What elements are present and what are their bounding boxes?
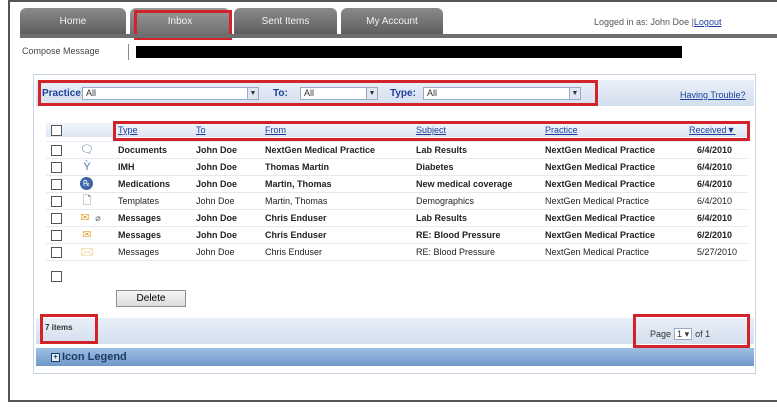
icon-legend-band — [36, 348, 754, 366]
logged-in-text: Logged in as: John Doe | — [594, 17, 694, 27]
cell-from: Thomas Martin — [265, 162, 330, 172]
tab-home[interactable]: Home — [20, 8, 126, 34]
cell-type: Messages — [118, 247, 160, 257]
cell-received: 6/4/2010 — [697, 213, 733, 223]
cell-to: John Doe — [196, 230, 238, 240]
table-row[interactable]: 🗋 Templates John Doe Martin, Thomas Demo… — [46, 192, 748, 209]
table-row-empty — [46, 260, 748, 290]
cell-from: NextGen Medical Practice — [265, 145, 376, 155]
cell-subject: Lab Results — [416, 145, 468, 155]
cell-practice: NextGen Medical Practice — [545, 230, 656, 240]
filter-highlight-box — [38, 80, 598, 106]
cell-subject: RE: Blood Pressure — [416, 230, 501, 240]
redacted-bar — [136, 46, 682, 58]
logout-link[interactable]: Logout — [694, 17, 722, 27]
table-row[interactable]: 🖂 Messages John Doe Chris Enduser RE: Bl… — [46, 243, 748, 260]
cell-subject: RE: Blood Pressure — [416, 247, 496, 257]
icon-legend-toggle[interactable]: + Icon Legend — [51, 351, 127, 363]
imh-icon: Ỳ — [83, 161, 91, 173]
cell-type: Medications — [118, 179, 171, 189]
cell-practice: NextGen Medical Practice — [545, 145, 656, 155]
tab-underline-band — [20, 34, 777, 38]
row-checkbox[interactable] — [51, 213, 62, 224]
table-row[interactable]: Ỳ IMH John Doe Thomas Martin Diabetes Ne… — [46, 158, 748, 175]
tab-sent-items[interactable]: Sent Items — [234, 8, 337, 34]
icon-legend-label: Icon Legend — [62, 351, 127, 363]
cell-received: 6/4/2010 — [697, 145, 733, 155]
tab-my-account[interactable]: My Account — [341, 8, 443, 34]
cell-practice: NextGen Medical Practice — [545, 179, 656, 189]
expand-icon: + — [51, 353, 60, 362]
header-highlight-box — [113, 121, 750, 141]
pagination-highlight-box — [633, 314, 750, 348]
having-trouble-link[interactable]: Having Trouble? — [680, 90, 746, 100]
table-row[interactable]: 🗨 Documents John Doe NextGen Medical Pra… — [46, 141, 748, 158]
table-row[interactable]: ℞ Medications John Doe Martin, Thomas Ne… — [46, 175, 748, 192]
row-checkbox[interactable] — [51, 179, 62, 190]
row-checkbox[interactable] — [51, 247, 62, 258]
cell-from: Martin, Thomas — [265, 196, 328, 206]
medication-icon: ℞ — [80, 177, 93, 190]
cell-practice: NextGen Medical Practice — [545, 196, 650, 206]
cell-subject: Demographics — [416, 196, 475, 206]
compose-separator — [128, 44, 129, 60]
cell-to: John Doe — [196, 145, 238, 155]
cell-received: 6/4/2010 — [697, 179, 733, 189]
cell-subject: Lab Results — [416, 213, 468, 223]
cell-practice: NextGen Medical Practice — [545, 162, 656, 172]
row-checkbox[interactable] — [51, 145, 62, 156]
row-checkbox[interactable] — [51, 162, 62, 173]
row-checkbox[interactable] — [51, 271, 62, 282]
cell-practice: NextGen Medical Practice — [545, 247, 650, 257]
select-all-checkbox[interactable] — [51, 125, 62, 136]
cell-type: Messages — [118, 213, 162, 223]
envelope-open-icon: 🖂 — [80, 246, 94, 258]
cell-to: John Doe — [196, 247, 235, 257]
item-count-highlight-box — [40, 314, 98, 344]
cell-from: Martin, Thomas — [265, 179, 332, 189]
envelope-attachment-icon: ✉ — [80, 212, 90, 224]
login-status: Logged in as: John Doe |Logout — [594, 17, 721, 27]
table-row[interactable]: ✉ ⌀ Messages John Doe Chris Enduser Lab … — [46, 209, 748, 226]
cell-to: John Doe — [196, 179, 238, 189]
cell-from: Chris Enduser — [265, 230, 327, 240]
cell-from: Chris Enduser — [265, 213, 327, 223]
cell-from: Chris Enduser — [265, 247, 323, 257]
template-icon: 🗋 — [82, 195, 92, 207]
cell-type: Messages — [118, 230, 162, 240]
cell-type: IMH — [118, 162, 135, 172]
document-speech-icon: 🗨 — [80, 144, 94, 156]
cell-to: John Doe — [196, 196, 235, 206]
delete-button[interactable]: Delete — [116, 290, 186, 307]
cell-to: John Doe — [196, 162, 238, 172]
cell-received: 6/4/2010 — [697, 162, 733, 172]
cell-type: Templates — [118, 196, 160, 206]
envelope-icon: ✉ — [82, 229, 92, 241]
cell-subject: Diabetes — [416, 162, 454, 172]
cell-received: 6/2/2010 — [697, 230, 733, 240]
cell-to: John Doe — [196, 213, 238, 223]
cell-subject: New medical coverage — [416, 179, 513, 189]
compose-bar: Compose Message — [22, 46, 100, 56]
paperclip-icon: ⌀ — [95, 213, 101, 223]
cell-type: Documents — [118, 145, 168, 155]
row-checkbox[interactable] — [51, 230, 62, 241]
table-row[interactable]: ✉ Messages John Doe Chris Enduser RE: Bl… — [46, 226, 748, 243]
compose-message-link[interactable]: Compose Message — [22, 46, 100, 56]
row-checkbox[interactable] — [51, 196, 62, 207]
cell-practice: NextGen Medical Practice — [545, 213, 656, 223]
cell-received: 6/4/2010 — [697, 196, 733, 206]
main-tabs: Home Inbox Sent Items My Account — [20, 8, 447, 34]
cell-received: 5/27/2010 — [697, 247, 738, 257]
